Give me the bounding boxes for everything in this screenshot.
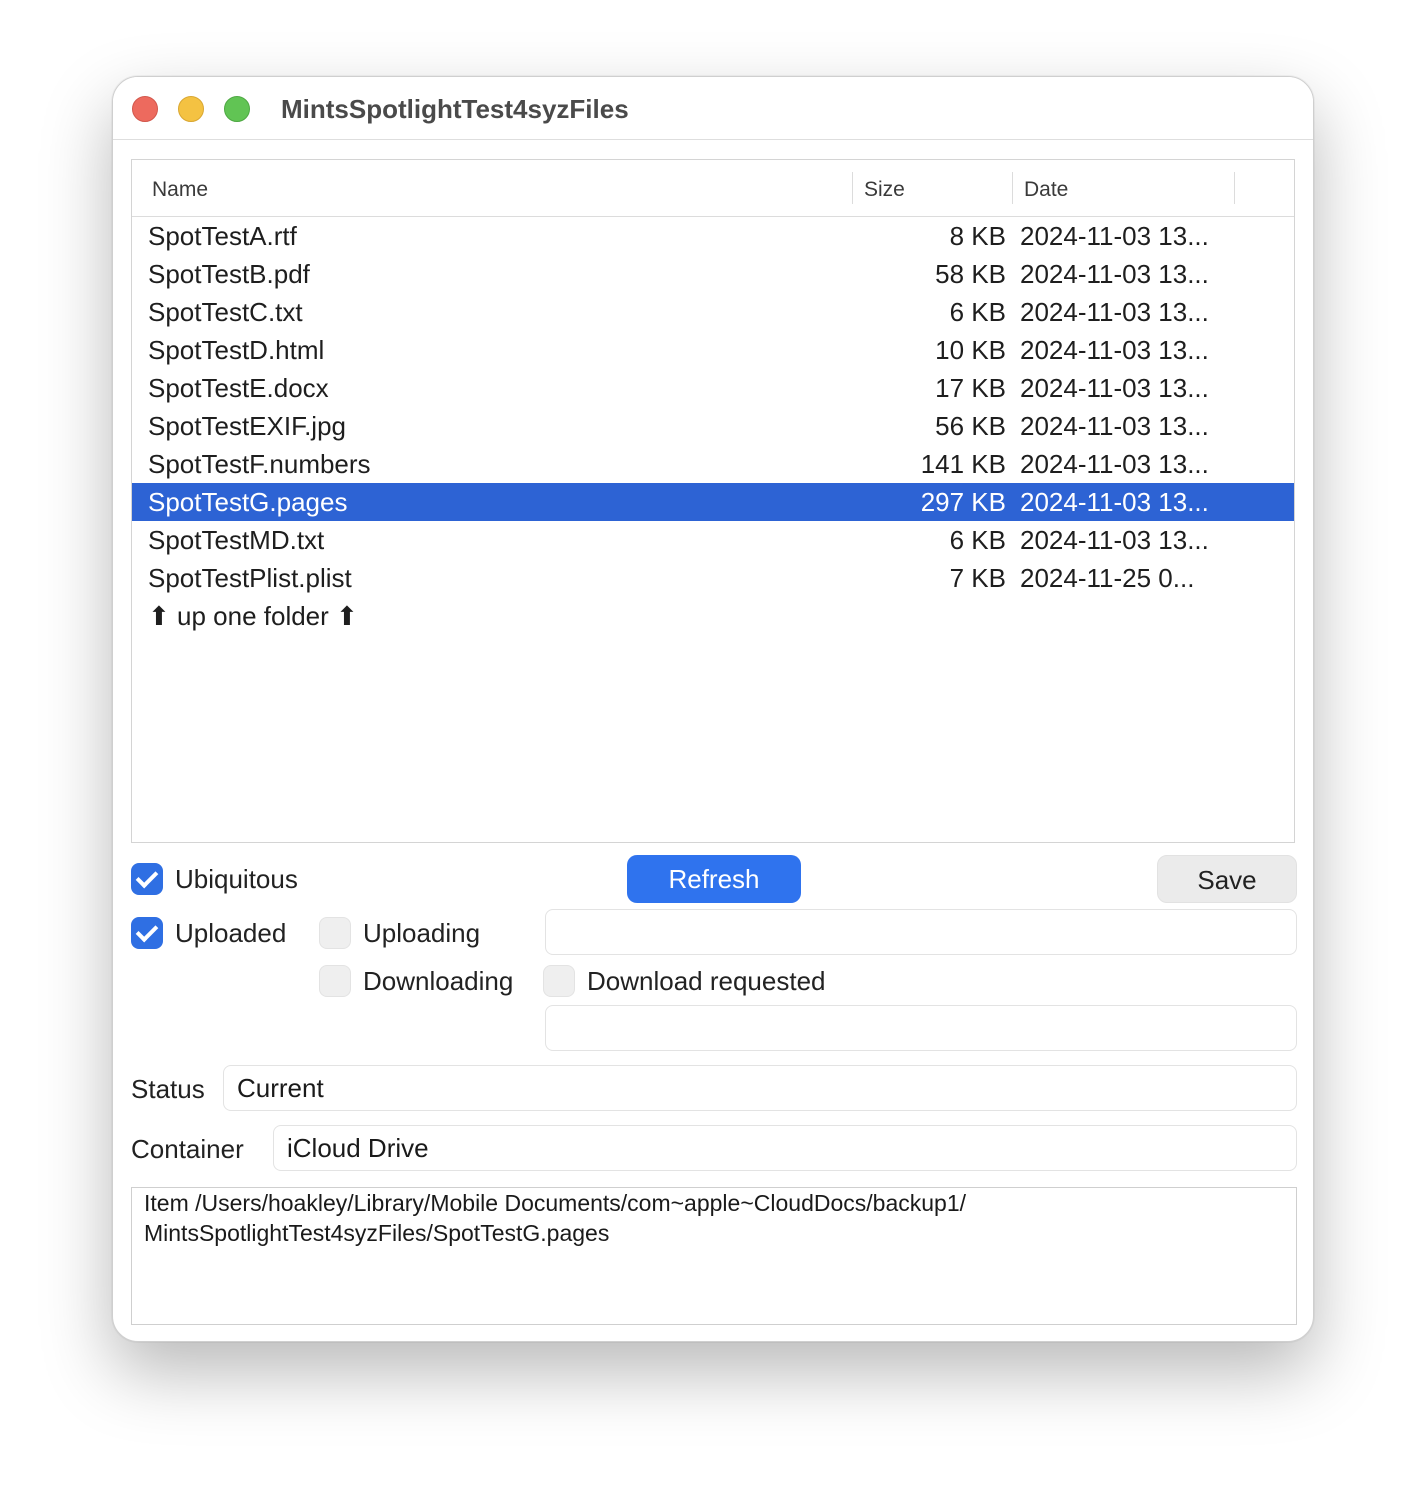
minimize-window-button[interactable] xyxy=(178,96,204,122)
file-name: SpotTestEXIF.jpg xyxy=(148,411,346,441)
table-row[interactable]: SpotTestA.rtf 8 KB 2024-11-03 13... xyxy=(132,217,1294,255)
up-one-folder-label: ⬆ up one folder ⬆ xyxy=(148,601,358,631)
item-info-textarea[interactable]: Item /Users/hoakley/Library/Mobile Docum… xyxy=(131,1187,1297,1325)
file-name: SpotTestA.rtf xyxy=(148,221,297,251)
file-date: 2024-11-03 13... xyxy=(1020,525,1209,555)
upload-error-field[interactable] xyxy=(545,909,1297,955)
uploaded-label: Uploaded xyxy=(175,918,287,948)
table-row[interactable]: SpotTestB.pdf 58 KB 2024-11-03 13... xyxy=(132,255,1294,293)
file-date: 2024-11-25 0... xyxy=(1020,563,1195,593)
column-header-size[interactable]: Size xyxy=(864,178,905,202)
status-label: Status xyxy=(131,1074,205,1104)
up-one-folder-row[interactable]: ⬆ up one folder ⬆ xyxy=(132,597,1294,635)
file-name: SpotTestMD.txt xyxy=(148,525,325,555)
column-header-name[interactable]: Name xyxy=(152,178,208,202)
file-name: SpotTestPlist.plist xyxy=(148,563,352,593)
window-title: MintsSpotlightTest4syzFiles xyxy=(281,94,629,124)
table-row[interactable]: SpotTestE.docx 17 KB 2024-11-03 13... xyxy=(132,369,1294,407)
file-date: 2024-11-03 13... xyxy=(1020,449,1209,479)
file-table[interactable]: Name Size Date SpotTestA.rtf 8 KB 2024-1… xyxy=(131,159,1295,843)
ubiquitous-label: Ubiquitous xyxy=(175,864,298,894)
download-requested-label: Download requested xyxy=(587,966,826,996)
file-name: SpotTestG.pages xyxy=(148,487,348,517)
close-window-button[interactable] xyxy=(132,96,158,122)
column-header-date[interactable]: Date xyxy=(1024,178,1068,202)
table-row[interactable]: SpotTestEXIF.jpg 56 KB 2024-11-03 13... xyxy=(132,407,1294,445)
table-row[interactable]: SpotTestD.html 10 KB 2024-11-03 13... xyxy=(132,331,1294,369)
download-error-field[interactable] xyxy=(545,1005,1297,1051)
table-row[interactable]: SpotTestF.numbers 141 KB 2024-11-03 13..… xyxy=(132,445,1294,483)
file-size: 10 KB xyxy=(935,335,1006,365)
file-date: 2024-11-03 13... xyxy=(1020,259,1209,289)
file-date: 2024-11-03 13... xyxy=(1020,221,1209,251)
file-size: 6 KB xyxy=(949,297,1006,327)
table-row-selected[interactable]: SpotTestG.pages 297 KB 2024-11-03 13... xyxy=(132,483,1294,521)
app-window: MintsSpotlightTest4syzFiles Name Size Da… xyxy=(112,76,1314,1342)
item-path-line: Item /Users/hoakley/Library/Mobile Docum… xyxy=(144,1190,967,1216)
file-size: 6 KB xyxy=(949,525,1006,555)
file-name: SpotTestE.docx xyxy=(148,373,329,403)
file-date: 2024-11-03 13... xyxy=(1020,335,1209,365)
uploading-label: Uploading xyxy=(363,918,481,948)
file-date: 2024-11-03 13... xyxy=(1020,297,1209,327)
table-row[interactable]: SpotTestC.txt 6 KB 2024-11-03 13... xyxy=(132,293,1294,331)
title-bar[interactable]: MintsSpotlightTest4syzFiles xyxy=(113,77,1313,140)
downloading-checkbox[interactable] xyxy=(319,965,351,997)
uploading-checkbox[interactable] xyxy=(319,917,351,949)
column-divider[interactable] xyxy=(1012,172,1013,204)
file-size: 58 KB xyxy=(935,259,1006,289)
file-name: SpotTestB.pdf xyxy=(148,259,310,289)
save-button[interactable]: Save xyxy=(1157,855,1297,903)
file-size: 297 KB xyxy=(920,487,1006,517)
file-date: 2024-11-03 13... xyxy=(1020,487,1209,517)
ubiquitous-checkbox[interactable] xyxy=(131,863,163,895)
column-divider[interactable] xyxy=(852,172,853,204)
file-name: SpotTestD.html xyxy=(148,335,325,365)
table-row[interactable]: SpotTestMD.txt 6 KB 2024-11-03 13... xyxy=(132,521,1294,559)
file-date: 2024-11-03 13... xyxy=(1020,411,1209,441)
table-header: Name Size Date xyxy=(132,160,1294,217)
file-size: 141 KB xyxy=(920,449,1006,479)
downloading-label: Downloading xyxy=(363,966,514,996)
file-size: 17 KB xyxy=(935,373,1006,403)
container-label: Container xyxy=(131,1134,244,1164)
file-size: 7 KB xyxy=(949,563,1006,593)
file-size: 56 KB xyxy=(935,411,1006,441)
download-requested-checkbox[interactable] xyxy=(543,965,575,997)
file-name: SpotTestF.numbers xyxy=(148,449,371,479)
file-size: 8 KB xyxy=(949,221,1006,251)
column-divider[interactable] xyxy=(1234,172,1235,204)
refresh-button[interactable]: Refresh xyxy=(627,855,801,903)
file-date: 2024-11-03 13... xyxy=(1020,373,1209,403)
uploaded-checkbox[interactable] xyxy=(131,917,163,949)
item-path-line: MintsSpotlightTest4syzFiles/SpotTestG.pa… xyxy=(144,1220,610,1246)
container-field[interactable]: iCloud Drive xyxy=(273,1125,1297,1171)
zoom-window-button[interactable] xyxy=(224,96,250,122)
status-field[interactable]: Current xyxy=(223,1065,1297,1111)
table-row[interactable]: SpotTestPlist.plist 7 KB 2024-11-25 0... xyxy=(132,559,1294,597)
file-name: SpotTestC.txt xyxy=(148,297,303,327)
